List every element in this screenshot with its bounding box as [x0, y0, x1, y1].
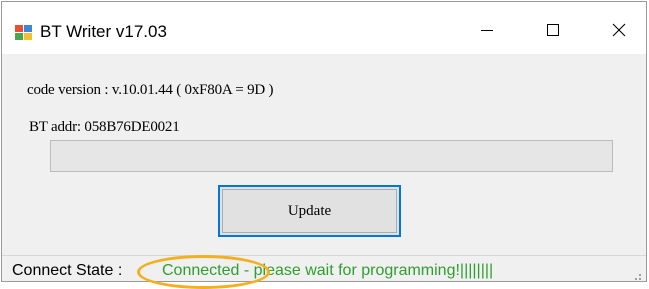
close-button[interactable] — [596, 10, 642, 54]
close-icon — [612, 23, 626, 42]
connect-state-label: Connect State : — [12, 262, 123, 279]
status-bar: Connect State : Connected - please wait … — [2, 255, 646, 281]
connect-state-value: Connected - please wait for programming!… — [162, 262, 494, 279]
window-title: BT Writer v17.03 — [40, 22, 167, 41]
minimize-button[interactable] — [464, 10, 510, 54]
minimize-icon — [480, 23, 494, 42]
bt-address-label: BT addr: 058B76DE0021 — [29, 119, 180, 135]
resize-grip-icon[interactable] — [630, 268, 642, 280]
progress-bar — [50, 140, 613, 172]
update-button-label: Update — [287, 202, 332, 219]
maximize-button[interactable] — [530, 10, 576, 54]
bt-writer-app-icon — [14, 24, 34, 42]
main-panel: code version : v.10.01.44 ( 0xF80A = 9D … — [2, 54, 646, 255]
update-button[interactable]: Update — [218, 185, 401, 237]
title-bar[interactable]: BT Writer v17.03 — [2, 2, 646, 54]
maximize-icon — [546, 23, 560, 42]
app-window: BT Writer v17.03 code version : v.10.01.… — [1, 1, 647, 282]
code-version-label: code version : v.10.01.44 ( 0xF80A = 9D … — [27, 82, 274, 98]
